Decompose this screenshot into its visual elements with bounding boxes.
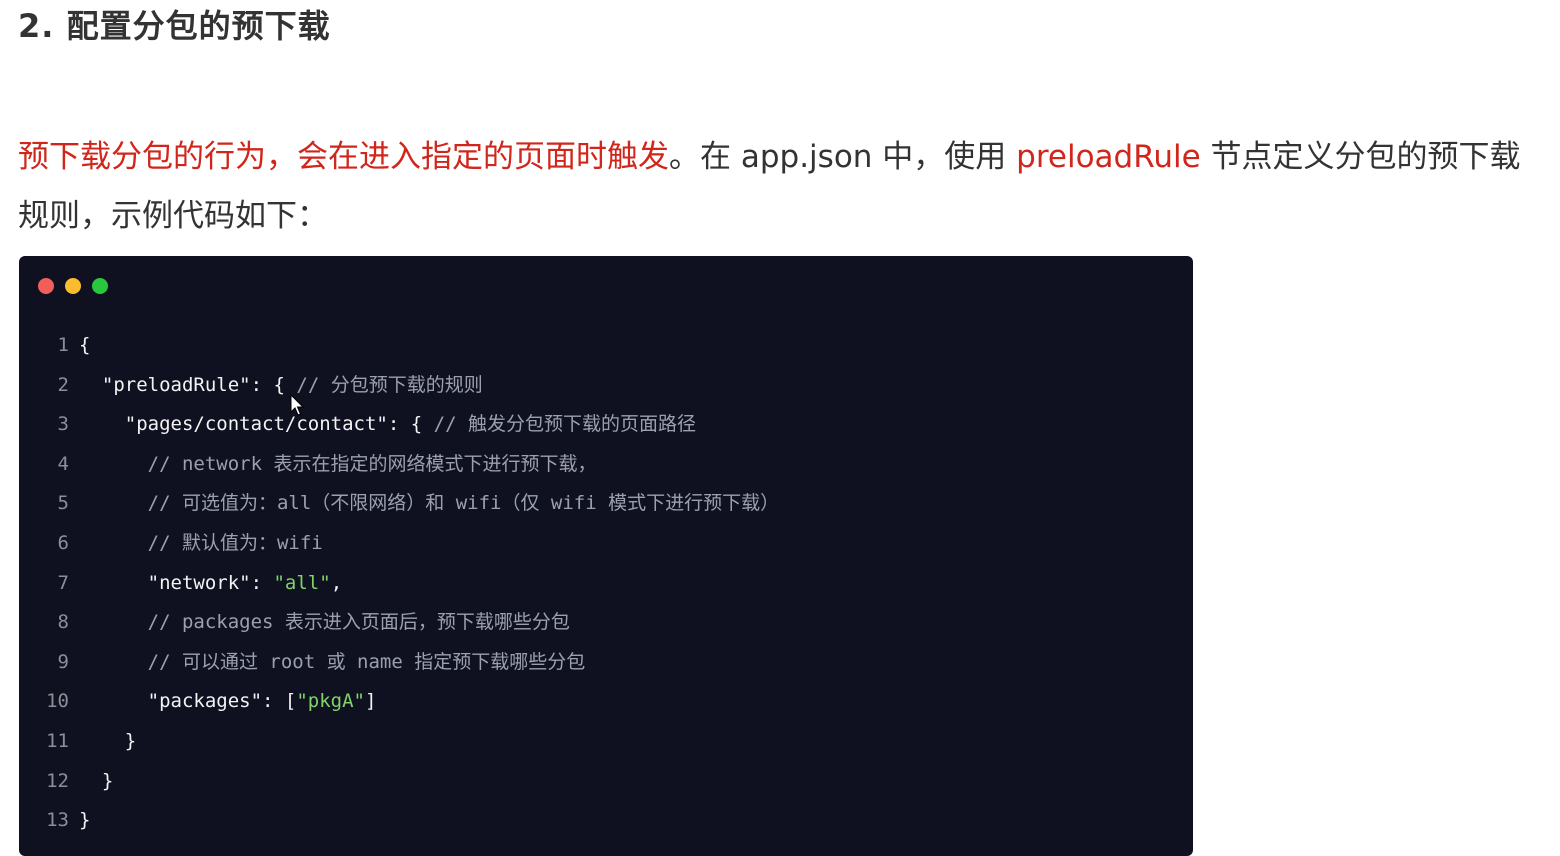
code-comment: // 可选值为：all（不限网络）和 wifi（仅 wifi 模式下进行预下载）: [147, 492, 780, 515]
code-punct: : {: [387, 413, 434, 436]
code-line: 13}: [19, 801, 1193, 841]
line-number: 2: [57, 373, 69, 396]
paragraph-text-3: 规则，示例代码如下：: [18, 198, 328, 234]
code-end: ]: [365, 690, 377, 713]
code-text: "preloadRule": { // 分包预下载的规则: [79, 366, 483, 406]
code-key: "packages": [147, 690, 263, 713]
code-key: "preloadRule": [101, 373, 251, 396]
code-text: }: [79, 722, 136, 762]
code-text: "network": "all",: [79, 564, 343, 604]
code-line: 1{: [19, 326, 1193, 366]
code-key: }: [79, 809, 91, 832]
code-line: 7 "network": "all",: [19, 564, 1193, 604]
line-number: 5: [57, 492, 69, 515]
line-number: 10: [46, 690, 69, 713]
line-number: 1: [57, 334, 69, 356]
close-dot-icon: [38, 278, 54, 294]
line-number: 4: [57, 452, 69, 475]
line-number: 6: [57, 531, 69, 554]
code-comment: // network 表示在指定的网络模式下进行预下载，: [147, 452, 597, 475]
code-punct: : {: [250, 373, 297, 396]
line-number: 3: [57, 413, 69, 436]
code-line: 6 // 默认值为：wifi: [19, 524, 1193, 564]
code-text: // packages 表示进入页面后，预下载哪些分包: [79, 603, 570, 643]
code-line: 5 // 可选值为：all（不限网络）和 wifi（仅 wifi 模式下进行预下…: [19, 484, 1193, 524]
code-punct: :: [250, 571, 274, 594]
paragraph-text-2: 节点定义分包的预下载: [1200, 139, 1521, 175]
code-text: {: [79, 326, 90, 366]
code-text: // network 表示在指定的网络模式下进行预下载，: [79, 445, 597, 485]
line-number: 8: [57, 611, 69, 634]
code-text: // 可选值为：all（不限网络）和 wifi（仅 wifi 模式下进行预下载）: [79, 484, 779, 524]
highlight-preloadrule-text: preloadRule: [1016, 139, 1201, 175]
code-punct: : [: [262, 690, 297, 713]
code-text: "pages/contact/contact": { // 触发分包预下载的页面…: [79, 405, 696, 445]
code-text: }: [79, 762, 113, 802]
code-comment: // 可以通过 root 或 name 指定预下载哪些分包: [147, 650, 586, 673]
code-end: ,: [330, 571, 343, 594]
code-comment: // 默认值为：wifi: [147, 531, 323, 554]
line-number: 12: [46, 769, 69, 792]
code-comment: // packages 表示进入页面后，预下载哪些分包: [147, 611, 570, 634]
highlight-behavior-text: 预下载分包的行为，会在进入指定的页面时触发: [18, 139, 669, 175]
section-heading: 2. 配置分包的预下载: [18, 7, 331, 45]
code-lines: 1{2 "preloadRule": { // 分包预下载的规则 3 "pages…: [19, 326, 1193, 841]
code-key: "pages/contact/contact": [124, 413, 388, 436]
code-line: 11 }: [19, 722, 1193, 762]
code-line: 3 "pages/contact/contact": { // 触发分包预下载的…: [19, 405, 1193, 445]
description-paragraph: 预下载分包的行为，会在进入指定的页面时触发。在 app.json 中，使用 pr…: [18, 128, 1558, 246]
minimize-dot-icon: [65, 278, 81, 294]
maximize-dot-icon: [92, 278, 108, 294]
code-line: 2 "preloadRule": { // 分包预下载的规则: [19, 366, 1193, 406]
code-key: {: [79, 334, 91, 356]
code-line: 8 // packages 表示进入页面后，预下载哪些分包: [19, 603, 1193, 643]
code-line: 10 "packages": ["pkgA"]: [19, 682, 1193, 722]
code-key: }: [101, 769, 114, 792]
code-value: "pkgA": [296, 690, 365, 713]
mouse-pointer-icon: [290, 393, 305, 416]
code-text: }: [79, 801, 90, 841]
line-number: 9: [57, 650, 69, 673]
paragraph-text-1: 。在 app.json 中，使用: [669, 139, 1017, 175]
code-line: 9 // 可以通过 root 或 name 指定预下载哪些分包: [19, 643, 1193, 683]
code-block: 1{2 "preloadRule": { // 分包预下载的规则 3 "pages…: [19, 256, 1193, 856]
code-text: "packages": ["pkgA"]: [79, 682, 377, 722]
line-number: 7: [57, 571, 69, 594]
code-comment: // 触发分包预下载的页面路径: [433, 413, 696, 436]
line-number: 11: [46, 729, 69, 752]
code-line: 12 }: [19, 762, 1193, 802]
code-key: "network": [147, 571, 251, 594]
code-line: 4 // network 表示在指定的网络模式下进行预下载，: [19, 445, 1193, 485]
code-text: // 可以通过 root 或 name 指定预下载哪些分包: [79, 643, 586, 683]
code-value: "all": [273, 571, 331, 594]
code-text: // 默认值为：wifi: [79, 524, 323, 564]
code-key: }: [124, 729, 137, 752]
code-comment: // 分包预下载的规则: [296, 373, 483, 396]
line-number: 13: [46, 809, 69, 832]
